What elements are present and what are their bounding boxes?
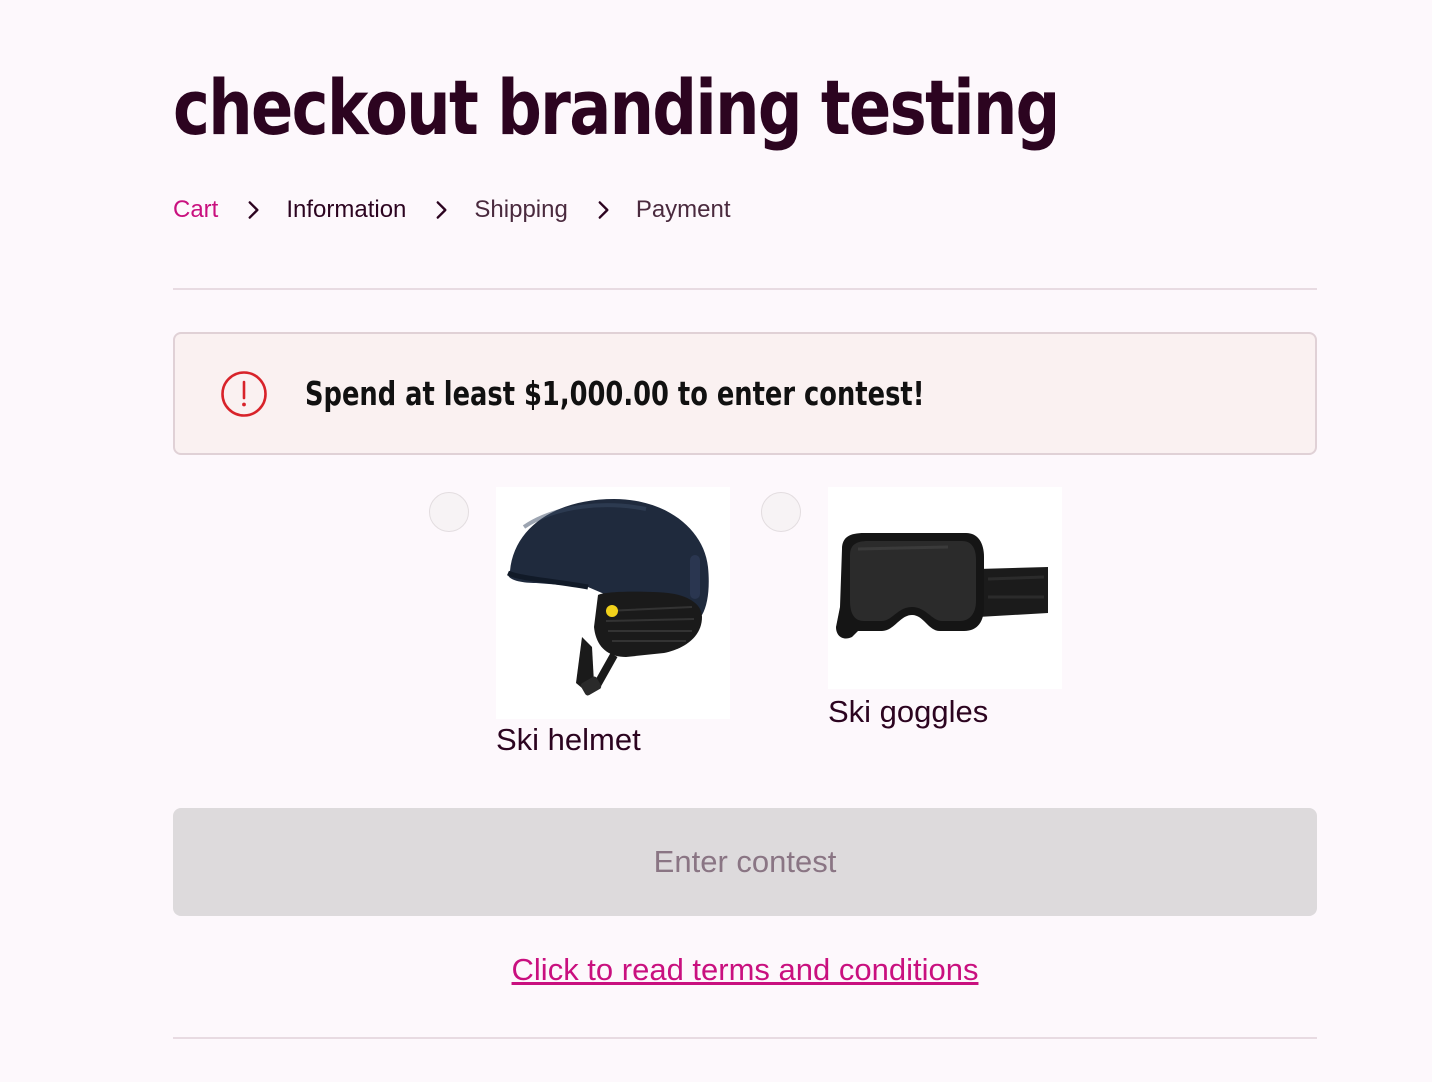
warning-banner: Spend at least $1,000.00 to enter contes… [173, 332, 1317, 455]
banner-message: Spend at least $1,000.00 to enter contes… [305, 374, 925, 413]
ski-goggles-image [828, 487, 1062, 689]
chevron-right-icon [436, 201, 447, 219]
breadcrumb: Cart Information Shipping Payment [173, 196, 731, 224]
breadcrumb-payment: Payment [635, 196, 731, 223]
chevron-right-icon [598, 201, 609, 219]
enter-contest-button[interactable]: Enter contest [173, 808, 1317, 916]
radio-ski-helmet[interactable] [429, 492, 469, 532]
helmet-icon [507, 499, 709, 696]
ski-helmet-image [496, 487, 730, 719]
breadcrumb-shipping: Shipping [474, 196, 568, 223]
breadcrumb-cart[interactable]: Cart [173, 196, 218, 224]
radio-ski-goggles[interactable] [761, 492, 801, 532]
option-label: Ski goggles [828, 694, 989, 729]
goggles-icon [836, 533, 1048, 639]
option-label: Ski helmet [496, 722, 641, 757]
breadcrumb-information: Information [286, 196, 407, 223]
chevron-right-icon [248, 201, 259, 219]
terms-link[interactable]: Click to read terms and conditions [0, 952, 1432, 988]
section-divider [173, 288, 1317, 290]
checkout-page: checkout branding testing Cart Informati… [0, 0, 1432, 1082]
section-divider-bottom [173, 1037, 1317, 1039]
exclamation-circle-icon [221, 370, 267, 417]
shop-title: checkout branding testing [173, 63, 1060, 152]
